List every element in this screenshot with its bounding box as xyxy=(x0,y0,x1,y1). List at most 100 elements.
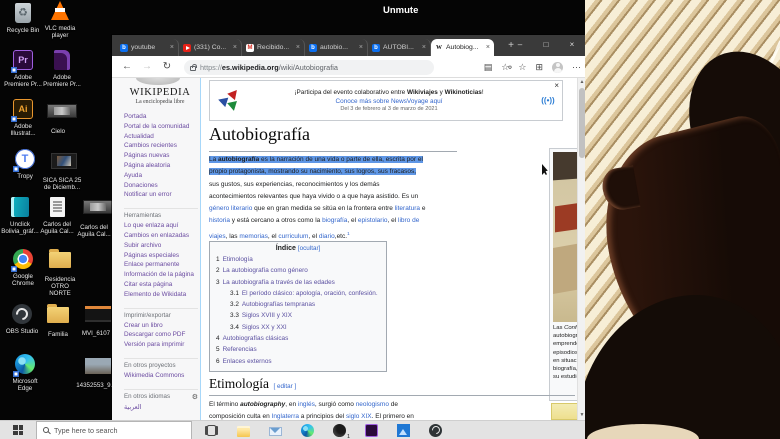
browser-tab[interactable]: Recibido... × xyxy=(242,39,305,56)
toc-item[interactable]: 2La autobiografía como género xyxy=(216,265,380,276)
toc-item[interactable]: 3.2Autobiografías tempranas xyxy=(216,299,380,310)
sidebar-link[interactable]: Portal de la comunidad xyxy=(124,122,198,132)
toc-item[interactable]: 1Etimología xyxy=(216,254,380,265)
taskbar-icon[interactable] xyxy=(300,423,315,438)
desktop-icon-illustrator[interactable]: AiAdobe Illustrat... xyxy=(3,99,43,137)
browser-tab[interactable]: (331) Co... × xyxy=(179,39,242,56)
taskbar-icon[interactable] xyxy=(364,423,379,438)
forward-button[interactable]: → xyxy=(140,60,154,74)
toc-hide-link[interactable]: [ocultar] xyxy=(298,245,320,252)
tab-close-icon[interactable]: × xyxy=(422,44,426,51)
sidebar-link[interactable]: Portada xyxy=(124,112,198,122)
browser-tab[interactable]: youtube × xyxy=(116,39,179,56)
tab-close-icon[interactable]: × xyxy=(296,44,300,51)
sidebar-link[interactable]: Donaciones xyxy=(124,181,198,191)
desktop-icon-photo[interactable]: 14352553_9... xyxy=(76,356,116,389)
back-button[interactable]: ← xyxy=(120,60,134,74)
sidebar-link[interactable]: Wikimedia Commons xyxy=(124,371,198,381)
toc-item[interactable]: 5Referencias xyxy=(216,344,380,355)
desktop-icon-edge[interactable]: Microsoft Edge xyxy=(5,354,45,392)
sidebar-link[interactable]: Elemento de Wikidata xyxy=(124,290,198,300)
favorites-settings-icon[interactable]: ☆ xyxy=(501,61,509,73)
minimize-button[interactable]: – xyxy=(507,35,533,56)
maximize-button[interactable]: □ xyxy=(533,35,559,56)
add-favorite-star-icon[interactable]: ☆ xyxy=(518,61,526,73)
collections-icon[interactable]: ⊞ xyxy=(535,61,543,73)
browser-tab[interactable]: Autobiog... × xyxy=(431,39,494,56)
scroll-down-icon[interactable]: ▼ xyxy=(578,411,585,420)
desktop-icon-obs[interactable]: OBS Studio xyxy=(2,304,42,335)
sidebar-link[interactable]: Lo que enlaza aquí xyxy=(124,221,198,231)
taskbar-search[interactable]: Type here to search xyxy=(36,421,192,439)
profile-avatar[interactable] xyxy=(552,62,563,73)
toc-item[interactable]: 3.3Siglos XVIII y XIX xyxy=(216,310,380,321)
taskbar-icon[interactable] xyxy=(428,423,443,438)
chrome-icon xyxy=(13,249,33,269)
sidebar-link[interactable]: Página aleatoria xyxy=(124,161,198,171)
tab-close-icon[interactable]: × xyxy=(170,44,174,51)
taskbar-icon[interactable] xyxy=(236,423,251,438)
sidebar-link[interactable]: Descargar como PDF xyxy=(124,330,198,340)
immersive-reader-icon[interactable]: ▤ xyxy=(484,61,493,73)
desktop-icon-tropy[interactable]: TTropy xyxy=(5,149,45,180)
desktop-icon-vlc[interactable]: VLC media player xyxy=(40,1,80,39)
sidebar-link[interactable]: Subir archivo xyxy=(124,241,198,251)
desktop-icon-carlos-doc[interactable]: Carlos del Aguila Cal... xyxy=(37,197,77,235)
taskbar-app-glyph xyxy=(365,424,378,437)
desktop-icon-unclick[interactable]: Unclick Bolivia_gráf... xyxy=(0,197,40,235)
taskbar-icon[interactable]: 1 xyxy=(332,423,347,438)
language-settings-gear-icon[interactable]: ⚙ xyxy=(192,393,198,401)
tab-close-icon[interactable]: × xyxy=(486,44,490,51)
browser-tab[interactable]: autobio... × xyxy=(305,39,368,56)
banner-link[interactable]: Conoce más sobre NewsVoyage aquí xyxy=(244,98,534,105)
sidebar-link[interactable]: Ayuda xyxy=(124,171,198,181)
close-button[interactable]: × xyxy=(559,35,585,56)
sidebar-link[interactable]: Páginas nuevas xyxy=(124,151,198,161)
wikipedia-wordmark[interactable]: WIKIPEDIA xyxy=(124,87,196,98)
vertical-scrollbar[interactable]: ▲ ▼ xyxy=(577,78,585,420)
browser-tab[interactable]: AUTOBI... × xyxy=(368,39,431,56)
unmute-button[interactable]: Unmute xyxy=(383,5,418,16)
more-menu-icon[interactable]: ··· xyxy=(572,61,581,73)
sidebar-link[interactable]: Páginas especiales xyxy=(124,251,198,261)
tab-close-icon[interactable]: × xyxy=(359,44,363,51)
sidebar-link[interactable]: Actualidad xyxy=(124,132,198,142)
taskbar-icon[interactable] xyxy=(268,423,283,438)
desktop-icon-familia[interactable]: Familia xyxy=(38,304,78,338)
desktop-icon-residencia[interactable]: Residencia OTRO NORTE xyxy=(40,249,80,297)
tab-close-icon[interactable]: × xyxy=(233,44,237,51)
wikipedia-globe-logo[interactable] xyxy=(136,78,180,85)
sidebar-language-link[interactable]: العربية xyxy=(124,403,198,413)
desktop-icon-premiere[interactable]: PrAdobe Premiere Pr... xyxy=(3,50,43,88)
scroll-up-icon[interactable]: ▲ xyxy=(578,78,585,87)
banner-close-icon[interactable]: × xyxy=(554,81,559,90)
toc-item[interactable]: 6Enlaces externos xyxy=(216,356,380,367)
sidebar-link[interactable]: Citar esta página xyxy=(124,280,198,290)
sidebar-link[interactable]: Versión para imprimir xyxy=(124,340,198,350)
sidebar-link[interactable]: Enlace permanente xyxy=(124,260,198,270)
taskbar-icon[interactable] xyxy=(204,423,219,438)
site-banner[interactable]: ¡Participa del evento colaborativo entre… xyxy=(209,80,563,121)
desktop-icon-premiere-file[interactable]: Adobe Premiere Pr... xyxy=(42,50,82,88)
sidebar-link[interactable]: Información de la página xyxy=(124,270,198,280)
edit-section-link[interactable]: [ editar ] xyxy=(273,383,296,390)
toc-item[interactable]: 3.1El período clásico: apología, oración… xyxy=(216,288,380,299)
desktop-icon-mvi[interactable]: MVI_6107 xyxy=(76,304,116,337)
browser-window: youtube × (331) Co... × Recibido... × xyxy=(112,35,585,420)
refresh-button[interactable]: ↻ xyxy=(160,60,174,74)
address-bar[interactable]: https://es.wikipedia.org/wiki/Autobiogra… xyxy=(184,60,434,75)
sidebar-link[interactable]: Cambios recientes xyxy=(124,141,198,151)
sidebar-link[interactable]: Crear un libro xyxy=(124,321,198,331)
toc-item[interactable]: 3.4Siglos XX y XXI xyxy=(216,322,380,333)
sidebar-link[interactable]: Cambios en enlazadas xyxy=(124,231,198,241)
toc-item[interactable]: 3La autobiografía a través de las edades xyxy=(216,277,380,288)
desktop-icon-sica-video[interactable]: SICA SICA 25 de Diciemb... xyxy=(42,151,82,191)
desktop-icon-recycle-bin[interactable]: ♻Recycle Bin xyxy=(3,3,43,34)
desktop-icon-carlos-clip[interactable]: Carlos del Aguila Cal... xyxy=(74,197,114,238)
desktop-icon-cielo[interactable]: Cielo xyxy=(38,101,78,135)
toc-item[interactable]: 4Autobiografías clásicas xyxy=(216,333,380,344)
taskbar-icon[interactable] xyxy=(396,423,411,438)
desktop-icon-chrome[interactable]: Google Chrome xyxy=(3,249,43,287)
start-button[interactable] xyxy=(0,421,36,439)
sidebar-link[interactable]: Notificar un error xyxy=(124,190,198,200)
